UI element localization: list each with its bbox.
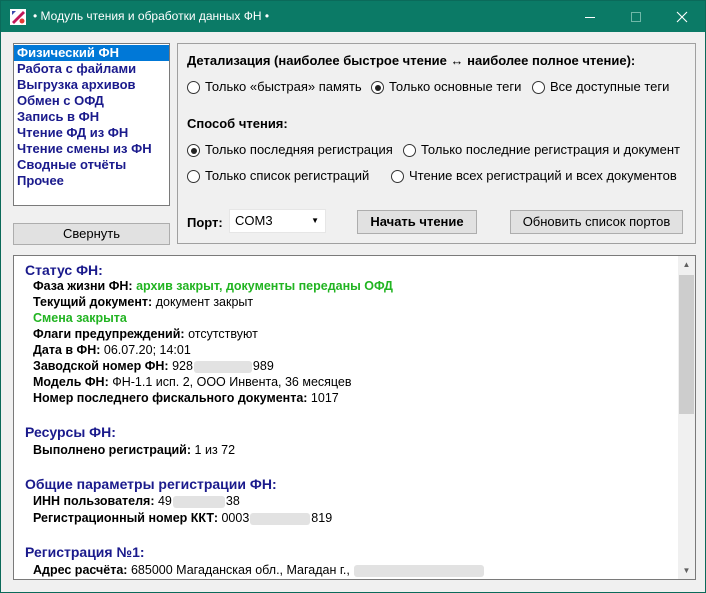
collapse-button[interactable]: Свернуть [13, 223, 170, 245]
address-line: Адрес расчёта: 685000 Магаданская обл., … [33, 562, 485, 578]
vertical-scrollbar[interactable]: ▲ ▼ [678, 256, 695, 579]
section-title-status: Статус ФН: [25, 262, 103, 278]
scrollbar-thumb[interactable] [679, 275, 694, 414]
minimize-button[interactable] [567, 1, 613, 32]
nav-item-read-shift[interactable]: Чтение смены из ФН [14, 141, 169, 157]
last-document-line: Номер последнего фискального документа: … [33, 391, 339, 405]
dropdown-arrow-icon: ▼ [311, 216, 319, 225]
report-output[interactable]: Статус ФН: Фаза жизни ФН: архив закрыт, … [13, 255, 696, 580]
radio-indicator [187, 170, 200, 183]
serial-number-line: Заводской номер ФН: 928 989 [33, 359, 274, 373]
life-phase-line: Фаза жизни ФН: архив закрыт, документы п… [33, 279, 393, 293]
title-bar[interactable]: • Модуль чтения и обработки данных ФН • [1, 1, 705, 32]
minimize-icon [585, 17, 595, 18]
nav-item-write-fn[interactable]: Запись в ФН [14, 109, 169, 125]
radio-indicator-checked [187, 144, 200, 157]
radio-indicator [391, 170, 404, 183]
current-document-line: Текущий документ: документ закрыт [33, 295, 254, 309]
nav-item-physical-fn[interactable]: Физический ФН [14, 45, 169, 61]
model-line: Модель ФН: ФН-1.1 исп. 2, ООО Инвента, 3… [33, 375, 352, 389]
redacted-block [354, 564, 485, 577]
section-title-registration-1: Регистрация №1: [25, 544, 145, 560]
fn-date-line: Дата в ФН: 06.07.20; 14:01 [33, 343, 191, 357]
app-window: • Модуль чтения и обработки данных ФН • … [0, 0, 706, 593]
section-list[interactable]: Физический ФН Работа с файлами Выгрузка … [13, 43, 170, 206]
redacted-block [250, 512, 311, 525]
radio-indicator [532, 81, 545, 94]
radio-indicator [187, 81, 200, 94]
nav-item-ofd-exchange[interactable]: Обмен с ОФД [14, 93, 169, 109]
app-icon [10, 9, 26, 25]
port-label: Порт: [187, 215, 223, 230]
nav-item-files[interactable]: Работа с файлами [14, 61, 169, 77]
read-mode-heading: Способ чтения: [187, 116, 288, 131]
nav-item-summary-reports[interactable]: Сводные отчёты [14, 157, 169, 173]
scroll-up-icon[interactable]: ▲ [678, 256, 695, 273]
registrations-count-line: Выполнено регистраций: 1 из 72 [33, 443, 236, 457]
nav-item-read-fd[interactable]: Чтение ФД из ФН [14, 125, 169, 141]
warning-flags-line: Флаги предупреждений: отсутствуют [33, 327, 258, 341]
start-reading-button[interactable]: Начать чтение [357, 210, 477, 234]
kkt-reg-number-line: Регистрационный номер ККТ: 0003 819 [33, 511, 333, 525]
maximize-button[interactable] [613, 1, 659, 32]
scroll-down-icon[interactable]: ▼ [678, 562, 695, 579]
maximize-icon [631, 12, 641, 22]
nav-item-other[interactable]: Прочее [14, 173, 169, 189]
radio-indicator-checked [371, 81, 384, 94]
nav-item-archive-export[interactable]: Выгрузка архивов [14, 77, 169, 93]
port-value: COM3 [235, 213, 273, 228]
inn-line: ИНН пользователя: 49 38 [33, 494, 240, 508]
close-button[interactable] [659, 1, 705, 32]
close-icon [676, 11, 688, 23]
radio-indicator [403, 144, 416, 157]
window-title: • Модуль чтения и обработки данных ФН • [33, 9, 270, 23]
section-title-general: Общие параметры регистрации ФН: [25, 476, 277, 492]
section-title-resources: Ресурсы ФН: [25, 424, 116, 440]
redacted-block [172, 495, 225, 508]
shift-status-line: Смена закрыта [33, 311, 127, 325]
detail-heading: Детализация (наиболее быстрое чтение ↔ н… [187, 53, 636, 68]
redacted-block [193, 360, 252, 373]
refresh-ports-button[interactable]: Обновить список портов [510, 210, 683, 234]
port-select[interactable]: COM3 ▼ [229, 209, 326, 233]
